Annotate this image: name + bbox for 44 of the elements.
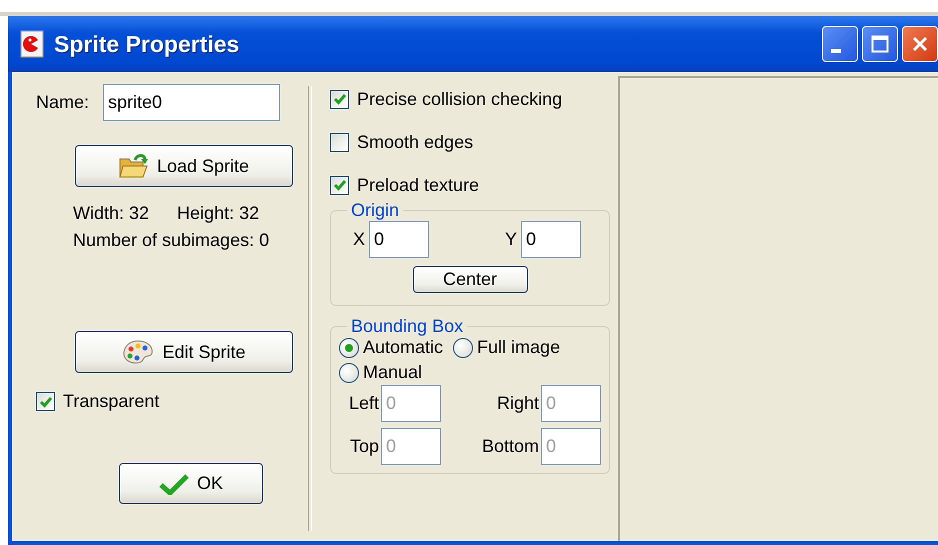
field-label: Name: xyxy=(36,92,90,113)
checkbox[interactable] xyxy=(36,392,55,411)
field-label: Y xyxy=(504,229,517,250)
field-label: Left xyxy=(348,393,379,414)
field-label: Bottom xyxy=(480,436,539,457)
checkbox[interactable] xyxy=(330,176,349,194)
minimize-icon xyxy=(831,49,841,53)
checkbox-label[interactable]: Smooth edges xyxy=(357,132,474,152)
field-label: Right xyxy=(496,393,539,414)
radio-label[interactable]: Full image xyxy=(477,337,560,358)
edit-sprite-button[interactable]: Edit Sprite xyxy=(75,331,293,373)
center-button[interactable]: Center xyxy=(412,266,528,293)
radio-button[interactable] xyxy=(339,338,359,358)
group-title: Bounding Box xyxy=(350,316,464,337)
field-label: Top xyxy=(348,436,379,457)
radio-label[interactable]: Automatic xyxy=(363,337,444,358)
window-title: Sprite Properties xyxy=(54,30,240,58)
info-text: Width: 32 xyxy=(73,203,150,224)
info-text: Height: 32 xyxy=(177,203,260,224)
maximize-button[interactable] xyxy=(862,26,898,62)
checkbox-label[interactable]: Transparent xyxy=(63,391,160,412)
field-label: X xyxy=(353,229,366,250)
group-title: Origin xyxy=(350,200,400,221)
ok-button[interactable]: OK xyxy=(119,463,263,504)
close-icon xyxy=(911,35,929,53)
checkbox-label[interactable]: Preload texture xyxy=(357,174,480,196)
checkmark-icon xyxy=(158,472,189,494)
maximize-icon xyxy=(871,35,889,53)
input-field[interactable]: 0 xyxy=(369,221,430,258)
radio-button[interactable] xyxy=(339,362,359,382)
close-button[interactable] xyxy=(902,26,938,62)
load-sprite-button[interactable]: Load Sprite xyxy=(75,145,293,187)
folder-icon xyxy=(118,153,149,179)
input-field[interactable]: sprite0 xyxy=(103,84,280,121)
checkbox[interactable] xyxy=(330,132,349,152)
palette-icon xyxy=(122,339,154,365)
checkbox[interactable] xyxy=(330,90,349,108)
radio-button[interactable] xyxy=(453,338,474,358)
input-field[interactable]: 0 xyxy=(521,221,581,258)
checkbox-label[interactable]: Precise collision checking xyxy=(357,88,562,110)
minimize-button[interactable] xyxy=(822,26,858,62)
app-icon xyxy=(20,30,44,58)
radio-label[interactable]: Manual xyxy=(363,362,422,383)
info-text: Number of subimages: 0 xyxy=(73,230,270,251)
